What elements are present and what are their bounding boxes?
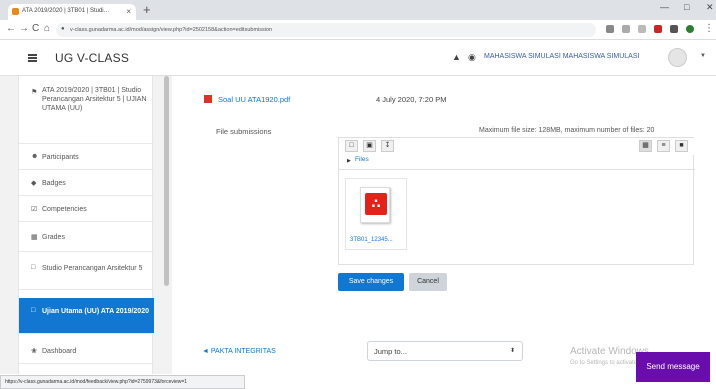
back-icon[interactable]: ← xyxy=(6,23,16,34)
acrobat-icon: ∴ xyxy=(365,193,387,215)
users-icon: ☻ xyxy=(31,153,39,160)
previous-activity-link[interactable]: ◄ PAKTA INTEGRITAS xyxy=(202,348,276,355)
user-name[interactable]: MAHASISWA SIMULASI MAHASISWA SIMULASI xyxy=(484,53,639,60)
shield-icon: ◆ xyxy=(31,180,37,187)
list-view-icon[interactable]: ≡ xyxy=(657,140,670,152)
assignment-file-link[interactable]: Soal UU ATA1920.pdf xyxy=(218,95,290,104)
sidebar-item-ujian-utama[interactable]: □ Ujian Utama (UU) ATA 2019/2020 xyxy=(19,298,154,334)
maximize-icon[interactable]: □ xyxy=(684,2,689,12)
select-arrow-icon: ⬍ xyxy=(509,348,515,354)
sidebar-item-grades[interactable]: ▦ Grades xyxy=(19,222,154,252)
hamburger-menu-icon[interactable] xyxy=(28,54,37,62)
messages-icon[interactable]: ◉ xyxy=(468,52,476,63)
sidebar-scrollbar[interactable] xyxy=(164,76,169,286)
jump-to-select[interactable]: Jump to... ⬍ xyxy=(367,341,523,361)
moodle-favicon-icon xyxy=(12,8,19,15)
url-text: v-class.gunadarma.ac.id/mod/assign/view.… xyxy=(70,27,273,33)
add-file-icon[interactable]: □ xyxy=(345,140,358,152)
status-bar: https://v-class.gunadarma.ac.id/mod/feed… xyxy=(0,375,245,389)
browser-tabstrip: ATA 2019/2020 | 3TB01 | Studi… × + — □ ✕ xyxy=(0,0,716,20)
graduation-cap-icon: ⚑ xyxy=(31,89,38,96)
file-manager: □ ▣ ↧ ▦ ≡ ■ ▶ Files ∴ 3TB01_12345... xyxy=(338,137,695,266)
sidebar-item-label: Ujian Utama (UU) ATA 2019/2020 xyxy=(42,308,149,315)
tree-view-icon[interactable]: ■ xyxy=(675,140,688,152)
url-bar[interactable]: ● v-class.gunadarma.ac.id/mod/assign/vie… xyxy=(56,23,596,37)
pdf-icon xyxy=(204,95,212,103)
save-changes-button[interactable]: Save changes xyxy=(338,273,404,291)
send-message-button[interactable]: Send message xyxy=(636,352,710,382)
uploaded-file-name[interactable]: 3TB01_12345... xyxy=(350,237,393,243)
lock-icon: ● xyxy=(61,26,65,32)
home-icon[interactable]: ⌂ xyxy=(44,23,50,34)
max-file-size-text: Maximum file size: 128MB, maximum number… xyxy=(479,127,655,134)
status-url: https://v-class.gunadarma.ac.id/mod/feed… xyxy=(5,379,188,385)
close-window-icon[interactable]: ✕ xyxy=(706,2,714,13)
checkbox-icon: ☑ xyxy=(31,206,38,213)
reload-icon[interactable]: C xyxy=(32,23,39,34)
breadcrumb[interactable]: ▶ Files xyxy=(339,156,695,168)
sidebar-item-label: ATA 2019/2020 | 3TB01 | Studio Perancang… xyxy=(42,87,147,112)
folder-icon: □ xyxy=(31,307,36,314)
new-tab-button[interactable]: + xyxy=(143,2,151,17)
sidebar-nav: ⚑ ATA 2019/2020 | 3TB01 | Studio Peranca… xyxy=(18,76,154,374)
table-icon: ▦ xyxy=(31,234,38,241)
avatar[interactable] xyxy=(668,48,687,67)
browser-toolbar: ← → C ⌂ ● v-class.gunadarma.ac.id/mod/as… xyxy=(0,20,716,40)
folder-icon: □ xyxy=(31,264,36,271)
uploaded-file-item[interactable]: ∴ 3TB01_12345... xyxy=(345,178,407,250)
extension-icon[interactable] xyxy=(622,25,630,33)
extension-dark-icon[interactable] xyxy=(670,25,678,33)
dashboard-icon: ❀ xyxy=(31,348,37,355)
sidebar: ⚑ ATA 2019/2020 | 3TB01 | Studio Peranca… xyxy=(0,76,172,374)
site-name[interactable]: UG V-CLASS xyxy=(55,51,129,65)
sidebar-item-label: Competencies xyxy=(42,206,87,213)
create-folder-icon[interactable]: ▣ xyxy=(363,140,376,152)
site-navbar: UG V-CLASS ▲ ◉ MAHASISWA SIMULASI MAHASI… xyxy=(0,40,716,76)
sidebar-item-dashboard[interactable]: ❀ Dashboard xyxy=(19,338,154,364)
menu-dots-icon[interactable]: ⋮ xyxy=(704,23,714,34)
tab-close-icon[interactable]: × xyxy=(126,7,131,16)
icon-view-icon[interactable]: ▦ xyxy=(639,140,652,152)
browser-tab[interactable]: ATA 2019/2020 | 3TB01 | Studi… × xyxy=(8,4,136,20)
forward-icon[interactable]: → xyxy=(19,23,29,34)
sidebar-item-label: Studio Perancangan Arsitektur 5 xyxy=(42,265,143,272)
sidebar-item-label: Dashboard xyxy=(42,348,77,355)
jump-to-value: Jump to... xyxy=(374,347,407,356)
sidebar-item-competencies[interactable]: ☑ Competencies xyxy=(19,196,154,222)
extension-red-icon[interactable] xyxy=(654,25,662,33)
sidebar-item-label: Badges xyxy=(42,180,66,187)
minimize-icon[interactable]: — xyxy=(660,2,669,12)
sidebar-item-label: Grades xyxy=(42,234,65,241)
notification-bell-icon[interactable]: ▲ xyxy=(452,52,461,62)
sidebar-item-course[interactable]: ⚑ ATA 2019/2020 | 3TB01 | Studio Peranca… xyxy=(19,86,154,144)
sidebar-item-participants[interactable]: ☻ Participants xyxy=(19,144,154,170)
profile-icon[interactable] xyxy=(686,25,694,33)
file-drop-area[interactable]: ∴ 3TB01_12345... xyxy=(339,169,695,266)
translate-icon[interactable] xyxy=(606,25,614,33)
folder-arrow-icon: ▶ xyxy=(347,158,351,164)
pdf-file-icon: ∴ xyxy=(360,187,390,223)
file-date: 4 July 2020, 7:20 PM xyxy=(376,95,447,104)
cancel-button[interactable]: Cancel xyxy=(409,273,447,291)
file-manager-toolbar: □ ▣ ↧ ▦ ≡ ■ xyxy=(339,138,695,155)
sidebar-item-label: Participants xyxy=(42,154,79,161)
sidebar-item-studio[interactable]: □ Studio Perancangan Arsitektur 5 xyxy=(19,252,154,290)
sidebar-item-badges[interactable]: ◆ Badges xyxy=(19,170,154,196)
chevron-down-icon[interactable]: ▼ xyxy=(700,53,706,59)
download-icon[interactable]: ↧ xyxy=(381,140,394,152)
tab-title: ATA 2019/2020 | 3TB01 | Studi… xyxy=(22,8,110,14)
star-icon[interactable] xyxy=(638,25,646,33)
breadcrumb-files[interactable]: Files xyxy=(355,156,369,163)
file-submissions-label: File submissions xyxy=(216,127,272,136)
